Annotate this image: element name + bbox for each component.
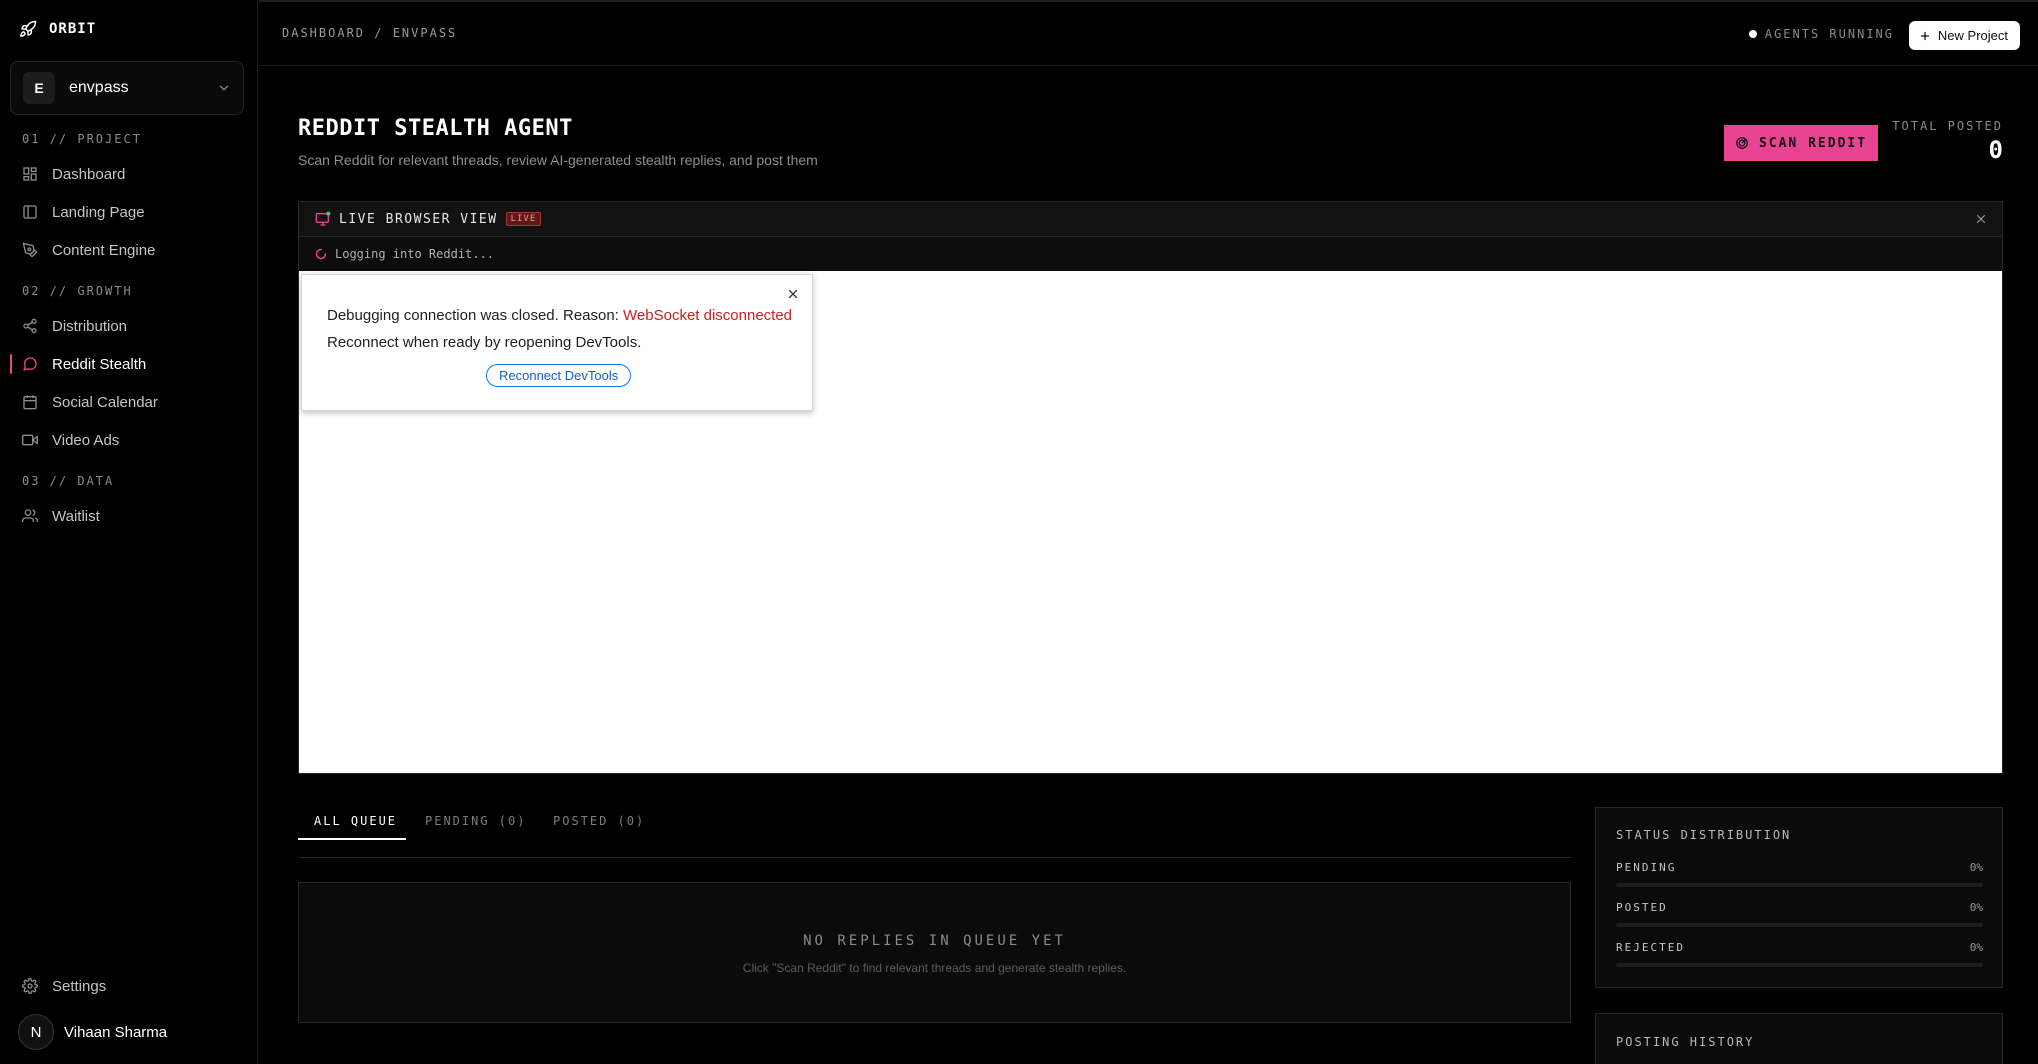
section-label-data: 03 // DATA — [22, 474, 115, 488]
agents-status: AGENTS RUNNING — [1748, 27, 1894, 41]
sidebar-item-reddit-stealth[interactable]: Reddit Stealth — [10, 347, 246, 381]
page-subtitle: Scan Reddit for relevant threads, review… — [298, 152, 818, 168]
new-project-label: New Project — [1937, 28, 2008, 43]
sidebar-item-distribution[interactable]: Distribution — [10, 309, 246, 343]
grid-icon — [22, 166, 38, 182]
tab-posted[interactable]: POSTED (0) — [553, 814, 645, 842]
browser-status-text: Logging into Reddit... — [335, 247, 494, 261]
total-posted-label: TOTAL POSTED — [1892, 119, 2003, 133]
sidebar-item-label: Content Engine — [52, 241, 156, 259]
monitor-icon — [315, 211, 331, 227]
empty-state-title: NO REPLIES IN QUEUE YET — [803, 933, 1066, 949]
sidebar-item-label: Distribution — [52, 317, 128, 335]
dialog-close-icon[interactable] — [786, 287, 800, 301]
dialog-line2: Reconnect when ready by reopening DevToo… — [327, 334, 642, 351]
reconnect-devtools-button[interactable]: Reconnect DevTools — [486, 364, 632, 387]
browser-viewport[interactable]: Debugging connection was closed. Reason:… — [299, 271, 2002, 773]
devtools-disconnect-dialog: Debugging connection was closed. Reason:… — [301, 274, 813, 411]
browser-status-bar: Logging into Reddit... — [299, 237, 2002, 271]
user-profile[interactable]: N Vihaan Sharma — [18, 1014, 167, 1050]
gear-icon — [22, 978, 38, 994]
avatar: N — [18, 1014, 54, 1050]
close-icon[interactable] — [1974, 212, 1988, 226]
sidebar-item-label: Dashboard — [52, 165, 126, 183]
sidebar-item-dashboard[interactable]: Dashboard — [10, 157, 246, 191]
brand-name: ORBIT — [49, 21, 97, 37]
sidebar-item-content-engine[interactable]: Content Engine — [10, 233, 246, 267]
live-badge: LIVE — [505, 212, 542, 226]
active-tab-indicator — [298, 838, 406, 840]
sidebar: ORBIT E envpass 01 // PROJECT Dashboard … — [0, 0, 258, 1064]
sidebar-item-label: Waitlist — [52, 507, 100, 525]
dialog-line1-prefix: Debugging connection was closed. Reason: — [327, 307, 624, 324]
stat-row-pending: PENDING 0% — [1616, 861, 1983, 887]
sidebar-item-label: Reddit Stealth — [52, 355, 147, 373]
scan-reddit-label: SCAN REDDIT — [1758, 135, 1868, 151]
browser-view-header: LIVE BROWSER VIEW LIVE — [299, 202, 2002, 237]
section-label-project: 01 // PROJECT — [22, 132, 142, 146]
project-selector[interactable]: E envpass — [10, 61, 244, 115]
share-icon — [22, 318, 38, 334]
brand[interactable]: ORBIT — [19, 20, 96, 38]
sidebar-item-label: Landing Page — [52, 203, 145, 221]
project-name: envpass — [69, 79, 129, 96]
sidebar-item-waitlist[interactable]: Waitlist — [10, 499, 246, 533]
section-label-growth: 02 // GROWTH — [22, 284, 133, 298]
stat-bar — [1616, 963, 1983, 967]
breadcrumb: DASHBOARD / ENVPASS — [282, 26, 458, 40]
video-icon — [22, 432, 38, 448]
stat-percent: 0% — [1969, 941, 1983, 954]
page-title: REDDIT STEALTH AGENT — [298, 116, 573, 141]
stat-label: POSTED — [1616, 901, 1668, 914]
sidebar-item-settings[interactable]: Settings — [10, 969, 246, 1003]
queue-tabs: ALL QUEUE PENDING (0) POSTED (0) — [298, 808, 1571, 858]
stat-row-rejected: REJECTED 0% — [1616, 941, 1983, 967]
posting-history-panel: POSTING HISTORY — [1595, 1013, 2003, 1064]
sidebar-item-social-calendar[interactable]: Social Calendar — [10, 385, 246, 419]
stat-label: PENDING — [1616, 861, 1677, 874]
sidebar-item-label: Video Ads — [52, 431, 120, 449]
project-avatar: E — [23, 72, 55, 104]
plus-icon — [1919, 30, 1931, 42]
chevron-down-icon — [217, 81, 231, 95]
stat-label: REJECTED — [1616, 941, 1685, 954]
scan-reddit-button[interactable]: SCAN REDDIT — [1724, 125, 1878, 161]
stat-bar — [1616, 883, 1983, 887]
total-posted-value: 0 — [1988, 136, 2003, 164]
dialog-reason: WebSocket disconnected — [623, 307, 793, 324]
stat-percent: 0% — [1969, 861, 1983, 874]
new-project-button[interactable]: New Project — [1908, 21, 2020, 50]
radar-icon — [1735, 136, 1749, 150]
dialog-message: Debugging connection was closed. Reason:… — [327, 302, 792, 356]
stat-percent: 0% — [1969, 901, 1983, 914]
live-browser-view: LIVE BROWSER VIEW LIVE Logging into Redd… — [298, 201, 2003, 774]
sidebar-item-label: Social Calendar — [52, 393, 158, 411]
sidebar-item-video-ads[interactable]: Video Ads — [10, 423, 246, 457]
chat-icon — [22, 356, 38, 372]
status-dot-icon — [1748, 30, 1757, 38]
tab-pending[interactable]: PENDING (0) — [425, 814, 526, 842]
rocket-icon — [19, 20, 37, 38]
sidebar-item-landing-page[interactable]: Landing Page — [10, 195, 246, 229]
layout-icon — [22, 204, 38, 220]
users-icon — [22, 508, 38, 524]
status-distribution-title: STATUS DISTRIBUTION — [1616, 828, 1792, 842]
spinner-icon — [315, 248, 327, 260]
calendar-icon — [22, 394, 38, 410]
agents-status-label: AGENTS RUNNING — [1764, 27, 1894, 41]
pen-icon — [22, 242, 38, 258]
browser-view-title: LIVE BROWSER VIEW — [339, 211, 498, 227]
status-distribution-panel: STATUS DISTRIBUTION PENDING 0% POSTED 0%… — [1595, 807, 2003, 988]
user-name: Vihaan Sharma — [64, 1023, 168, 1041]
topbar: DASHBOARD / ENVPASS AGENTS RUNNING New P… — [259, 0, 2038, 66]
posting-history-title: POSTING HISTORY — [1616, 1035, 1755, 1049]
stat-bar — [1616, 923, 1983, 927]
empty-state-subtitle: Click "Scan Reddit" to find relevant thr… — [742, 961, 1127, 975]
stat-row-posted: POSTED 0% — [1616, 901, 1983, 927]
sidebar-item-label: Settings — [52, 977, 107, 995]
queue-empty-state: NO REPLIES IN QUEUE YET Click "Scan Redd… — [298, 882, 1571, 1023]
